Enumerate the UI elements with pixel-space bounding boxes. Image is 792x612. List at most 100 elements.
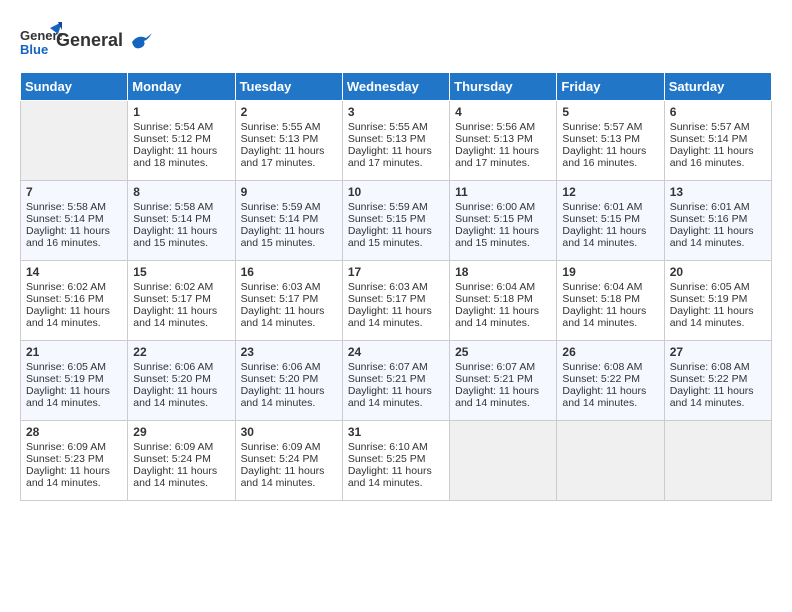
calendar-cell: 10 Sunrise: 5:59 AM Sunset: 5:15 PM Dayl… <box>342 181 449 261</box>
daylight: Daylight: 11 hours and 16 minutes. <box>26 225 110 249</box>
sunrise: Sunrise: 6:06 AM <box>241 361 321 373</box>
daylight: Daylight: 11 hours and 14 minutes. <box>455 305 539 329</box>
daylight: Daylight: 11 hours and 17 minutes. <box>241 145 325 169</box>
daylight: Daylight: 11 hours and 14 minutes. <box>241 305 325 329</box>
sunset: Sunset: 5:22 PM <box>562 373 640 385</box>
sunrise: Sunrise: 6:09 AM <box>133 441 213 453</box>
sunrise: Sunrise: 5:55 AM <box>348 121 428 133</box>
calendar-cell: 30 Sunrise: 6:09 AM Sunset: 5:24 PM Dayl… <box>235 421 342 501</box>
calendar-cell: 19 Sunrise: 6:04 AM Sunset: 5:18 PM Dayl… <box>557 261 664 341</box>
sunset: Sunset: 5:15 PM <box>348 213 426 225</box>
day-number: 1 <box>133 105 229 119</box>
sunset: Sunset: 5:20 PM <box>133 373 211 385</box>
daylight: Daylight: 11 hours and 14 minutes. <box>670 385 754 409</box>
sunrise: Sunrise: 6:09 AM <box>26 441 106 453</box>
day-number: 15 <box>133 265 229 279</box>
sunrise: Sunrise: 6:04 AM <box>562 281 642 293</box>
daylight: Daylight: 11 hours and 14 minutes. <box>241 385 325 409</box>
calendar-week-4: 21 Sunrise: 6:05 AM Sunset: 5:19 PM Dayl… <box>21 341 772 421</box>
header-day-wednesday: Wednesday <box>342 73 449 101</box>
sunset: Sunset: 5:14 PM <box>133 213 211 225</box>
calendar-cell <box>450 421 557 501</box>
daylight: Daylight: 11 hours and 14 minutes. <box>26 465 110 489</box>
daylight: Daylight: 11 hours and 15 minutes. <box>241 225 325 249</box>
sunrise: Sunrise: 5:57 AM <box>562 121 642 133</box>
sunset: Sunset: 5:17 PM <box>133 293 211 305</box>
svg-text:Blue: Blue <box>20 42 48 57</box>
sunset: Sunset: 5:12 PM <box>133 133 211 145</box>
sunrise: Sunrise: 6:05 AM <box>26 361 106 373</box>
sunrise: Sunrise: 6:01 AM <box>562 201 642 213</box>
calendar-cell: 6 Sunrise: 5:57 AM Sunset: 5:14 PM Dayli… <box>664 101 771 181</box>
calendar-cell: 24 Sunrise: 6:07 AM Sunset: 5:21 PM Dayl… <box>342 341 449 421</box>
day-number: 8 <box>133 185 229 199</box>
daylight: Daylight: 11 hours and 18 minutes. <box>133 145 217 169</box>
daylight: Daylight: 11 hours and 14 minutes. <box>562 385 646 409</box>
daylight: Daylight: 11 hours and 15 minutes. <box>455 225 539 249</box>
day-number: 28 <box>26 425 122 439</box>
calendar-cell: 5 Sunrise: 5:57 AM Sunset: 5:13 PM Dayli… <box>557 101 664 181</box>
daylight: Daylight: 11 hours and 14 minutes. <box>348 305 432 329</box>
day-number: 9 <box>241 185 337 199</box>
sunrise: Sunrise: 5:56 AM <box>455 121 535 133</box>
day-number: 2 <box>241 105 337 119</box>
sunset: Sunset: 5:17 PM <box>241 293 319 305</box>
daylight: Daylight: 11 hours and 14 minutes. <box>26 385 110 409</box>
sunset: Sunset: 5:24 PM <box>133 453 211 465</box>
day-number: 7 <box>26 185 122 199</box>
sunset: Sunset: 5:15 PM <box>562 213 640 225</box>
day-number: 11 <box>455 185 551 199</box>
day-number: 20 <box>670 265 766 279</box>
calendar-cell: 8 Sunrise: 5:58 AM Sunset: 5:14 PM Dayli… <box>128 181 235 261</box>
day-number: 24 <box>348 345 444 359</box>
sunrise: Sunrise: 5:55 AM <box>241 121 321 133</box>
daylight: Daylight: 11 hours and 15 minutes. <box>133 225 217 249</box>
calendar-cell: 25 Sunrise: 6:07 AM Sunset: 5:21 PM Dayl… <box>450 341 557 421</box>
daylight: Daylight: 11 hours and 15 minutes. <box>348 225 432 249</box>
sunset: Sunset: 5:14 PM <box>26 213 104 225</box>
logo: General Blue General <box>20 20 152 62</box>
calendar-cell: 16 Sunrise: 6:03 AM Sunset: 5:17 PM Dayl… <box>235 261 342 341</box>
daylight: Daylight: 11 hours and 16 minutes. <box>670 145 754 169</box>
sunset: Sunset: 5:15 PM <box>455 213 533 225</box>
sunrise: Sunrise: 6:06 AM <box>133 361 213 373</box>
daylight: Daylight: 11 hours and 17 minutes. <box>455 145 539 169</box>
sunset: Sunset: 5:16 PM <box>670 213 748 225</box>
header-day-friday: Friday <box>557 73 664 101</box>
day-number: 10 <box>348 185 444 199</box>
sunrise: Sunrise: 6:07 AM <box>455 361 535 373</box>
day-number: 13 <box>670 185 766 199</box>
daylight: Daylight: 11 hours and 14 minutes. <box>562 225 646 249</box>
header-day-monday: Monday <box>128 73 235 101</box>
day-number: 6 <box>670 105 766 119</box>
daylight: Daylight: 11 hours and 14 minutes. <box>241 465 325 489</box>
day-number: 27 <box>670 345 766 359</box>
header-day-tuesday: Tuesday <box>235 73 342 101</box>
sunset: Sunset: 5:24 PM <box>241 453 319 465</box>
header-day-sunday: Sunday <box>21 73 128 101</box>
page-header: General Blue General <box>20 20 772 62</box>
sunrise: Sunrise: 5:58 AM <box>133 201 213 213</box>
sunset: Sunset: 5:22 PM <box>670 373 748 385</box>
sunset: Sunset: 5:13 PM <box>241 133 319 145</box>
calendar-week-5: 28 Sunrise: 6:09 AM Sunset: 5:23 PM Dayl… <box>21 421 772 501</box>
day-number: 16 <box>241 265 337 279</box>
sunrise: Sunrise: 6:09 AM <box>241 441 321 453</box>
sunset: Sunset: 5:13 PM <box>455 133 533 145</box>
sunset: Sunset: 5:14 PM <box>241 213 319 225</box>
sunrise: Sunrise: 6:07 AM <box>348 361 428 373</box>
sunrise: Sunrise: 6:08 AM <box>562 361 642 373</box>
calendar-cell <box>21 101 128 181</box>
daylight: Daylight: 11 hours and 14 minutes. <box>455 385 539 409</box>
calendar-cell: 21 Sunrise: 6:05 AM Sunset: 5:19 PM Dayl… <box>21 341 128 421</box>
calendar-cell: 7 Sunrise: 5:58 AM Sunset: 5:14 PM Dayli… <box>21 181 128 261</box>
day-number: 18 <box>455 265 551 279</box>
sunrise: Sunrise: 6:04 AM <box>455 281 535 293</box>
header-day-saturday: Saturday <box>664 73 771 101</box>
bird-icon <box>130 32 152 50</box>
calendar-week-2: 7 Sunrise: 5:58 AM Sunset: 5:14 PM Dayli… <box>21 181 772 261</box>
daylight: Daylight: 11 hours and 14 minutes. <box>26 305 110 329</box>
calendar-cell: 3 Sunrise: 5:55 AM Sunset: 5:13 PM Dayli… <box>342 101 449 181</box>
calendar-cell <box>557 421 664 501</box>
calendar-cell: 17 Sunrise: 6:03 AM Sunset: 5:17 PM Dayl… <box>342 261 449 341</box>
